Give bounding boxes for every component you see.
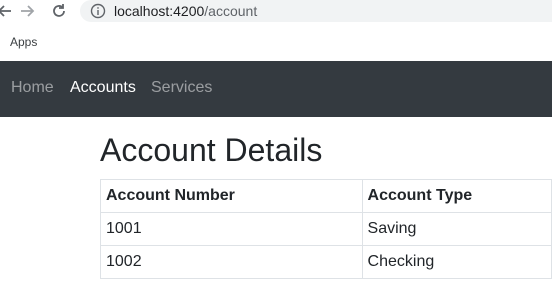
url-text: localhost:4200/account xyxy=(114,3,257,19)
account-type-cell: Checking xyxy=(361,245,552,279)
bookmarks-bar: Apps xyxy=(0,24,552,61)
nav-link-services[interactable]: Services xyxy=(151,79,212,97)
address-bar[interactable]: localhost:4200/account xyxy=(80,0,552,22)
url-host: localhost:4200 xyxy=(114,3,205,19)
reload-icon[interactable] xyxy=(48,0,70,22)
column-header-account-type: Account Type xyxy=(361,179,552,213)
page-title: Account Details xyxy=(100,132,323,168)
url-path: /account xyxy=(204,3,258,19)
account-number-cell: 1001 xyxy=(100,212,363,246)
account-type-cell: Saving xyxy=(361,212,552,246)
forward-arrow-icon[interactable] xyxy=(16,0,38,22)
bookmark-apps[interactable]: Apps xyxy=(10,35,37,49)
nav-link-home[interactable]: Home xyxy=(11,79,54,97)
browser-toolbar: localhost:4200/account xyxy=(0,0,552,24)
table-header-row: Account Number Account Type xyxy=(100,179,552,213)
back-arrow-icon[interactable] xyxy=(0,0,16,22)
table-row: 1001 Saving xyxy=(100,212,552,246)
column-header-account-number: Account Number xyxy=(100,179,363,213)
nav-link-accounts[interactable]: Accounts xyxy=(70,79,136,97)
accounts-table: Account Number Account Type 1001 Saving … xyxy=(100,179,552,279)
app-navbar: Home Accounts Services xyxy=(0,61,552,117)
table-row: 1002 Checking xyxy=(100,245,552,279)
info-icon[interactable] xyxy=(90,3,106,19)
account-number-cell: 1002 xyxy=(100,245,363,279)
